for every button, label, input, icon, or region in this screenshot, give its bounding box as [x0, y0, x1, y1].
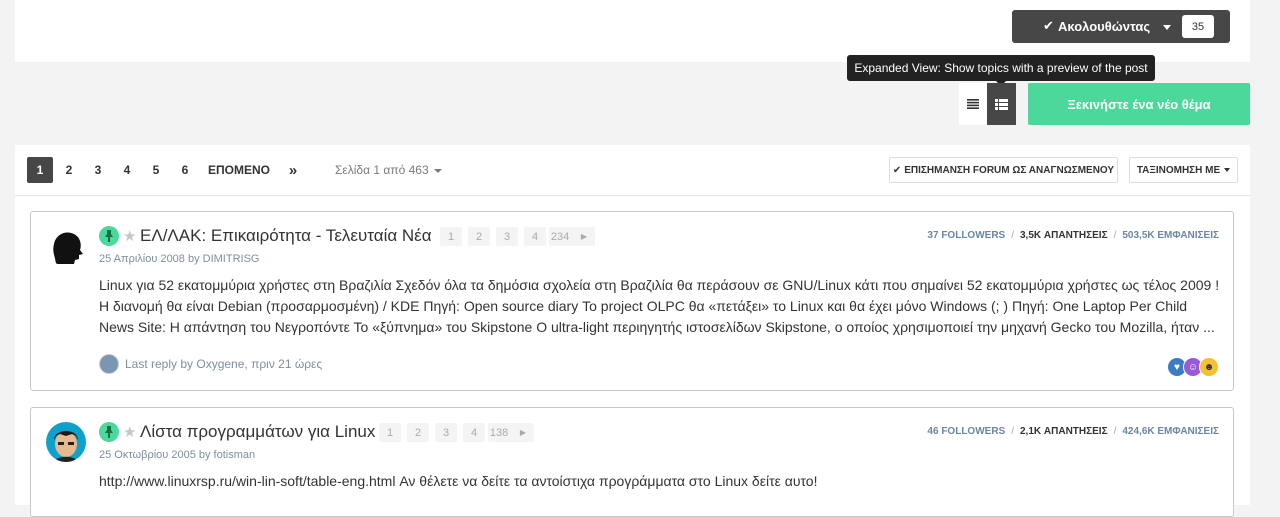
pagination-bar: 1 2 3 4 5 6 ΕΠΟΜΕΝΟ » Σελίδα 1 από 463 ✔…: [15, 145, 1250, 196]
page-3-link[interactable]: 3: [86, 157, 110, 183]
last-page-number: 138: [488, 423, 510, 442]
replies-stat: 3,5K ΑΠΑΝΤΗΣΕΙΣ: [1020, 230, 1108, 241]
pinned-icon: [99, 226, 119, 246]
reactions[interactable]: ♥ ☺ ☻: [1167, 357, 1219, 377]
topic-page-link[interactable]: 4: [463, 423, 485, 442]
view-tooltip: Expanded View: Show topics with a previe…: [847, 55, 1155, 81]
topic-list-panel: 1 2 3 4 5 6 ΕΠΟΜΕΝΟ » Σελίδα 1 από 463 ✔…: [15, 145, 1250, 517]
topic-title-link[interactable]: ΕΛ/ΛΑΚ: Επικαιρότητα - Τελευταία Νέα: [140, 226, 432, 246]
next-page-link[interactable]: ΕΠΟΜΕΝΟ: [208, 157, 270, 183]
compact-view-button[interactable]: [959, 83, 987, 125]
expanded-view-button[interactable]: [987, 83, 1016, 125]
topic-row: ★ Λίστα προγραμμάτων για Linux 1 2 3 4 1…: [30, 407, 1234, 517]
sort-label: ΤΑΞΙΝΟΜΗΣΗ ΜΕ: [1136, 164, 1221, 176]
last-page-link[interactable]: »: [283, 157, 303, 183]
cartoon-avatar-icon: [46, 422, 86, 462]
caret-down-icon: [1163, 25, 1171, 30]
page-info-text: Σελίδα 1 από 463: [335, 163, 429, 177]
following-button[interactable]: ✔ Ακολουθώντας 35: [1012, 10, 1230, 43]
topic-last-page-link[interactable]: 138 ▶: [488, 423, 534, 442]
page-jump-dropdown[interactable]: Σελίδα 1 από 463: [335, 163, 442, 177]
topic-page-link[interactable]: 1: [440, 227, 462, 246]
laugh-reaction-icon: ☻: [1199, 357, 1219, 377]
topic-page-link[interactable]: 4: [524, 227, 546, 246]
followers-count-badge: 35: [1182, 15, 1214, 38]
silhouette-avatar-icon: [46, 226, 86, 266]
page-1-link[interactable]: 1: [27, 157, 53, 183]
author-avatar[interactable]: [46, 226, 86, 266]
topic-stats: 37 FOLLOWERS/3,5K ΑΠΑΝΤΗΣΕΙΣ/503,5K ΕΜΦΑ…: [927, 230, 1219, 241]
detailed-list-icon: [995, 98, 1008, 110]
topic-page-link[interactable]: 3: [435, 423, 457, 442]
followers-stat: 46 FOLLOWERS: [927, 426, 1006, 437]
star-icon[interactable]: ★: [123, 423, 136, 441]
topic-snippet: http://www.linuxrsp.ru/win-lin-soft/tabl…: [99, 473, 818, 489]
page-6-link[interactable]: 6: [173, 157, 197, 183]
mark-forum-read-button[interactable]: ✔ ΕΠΙΣΗΜΑΝΣΗ FORUM ΩΣ ΑΝΑΓΝΩΣΜΕΝΟΥ: [889, 157, 1118, 183]
following-label: Ακολουθώντας: [1058, 19, 1151, 34]
star-icon[interactable]: ★: [123, 227, 136, 245]
topic-pages: 1 2 3 4 234 ▶: [440, 227, 595, 246]
caret-down-icon: [433, 168, 442, 173]
topic-page-link[interactable]: 3: [496, 227, 518, 246]
pinned-icon: [99, 422, 119, 442]
caret-right-icon: ▶: [573, 227, 595, 246]
mark-read-label: ΕΠΙΣΗΜΑΝΣΗ FORUM ΩΣ ΑΝΑΓΝΩΣΜΕΝΟΥ: [904, 164, 1115, 176]
topic-last-page-link[interactable]: 234 ▶: [549, 227, 595, 246]
page-4-link[interactable]: 4: [115, 157, 139, 183]
topic-meta: 25 Οκτωβρίου 2005 by fotisman: [99, 449, 256, 461]
topic-row: ★ ΕΛ/ΛΑΚ: Επικαιρότητα - Τελευταία Νέα 1…: [30, 211, 1234, 391]
check-icon: ✔: [1043, 18, 1054, 33]
last-reply-avatar[interactable]: [99, 354, 119, 374]
topic-pages: 1 2 3 4 138 ▶: [379, 423, 534, 442]
page-2-link[interactable]: 2: [57, 157, 81, 183]
sort-by-button[interactable]: ΤΑΞΙΝΟΜΗΣΗ ΜΕ: [1129, 157, 1238, 183]
last-reply-text[interactable]: Last reply by Oxygene, πριν 21 ώρες: [125, 357, 322, 371]
last-reply: Last reply by Oxygene, πριν 21 ώρες: [99, 354, 322, 374]
start-new-topic-button[interactable]: Ξεκινήστε ένα νέο θέμα: [1028, 83, 1250, 125]
topic-snippet: Linux για 52 εκατομμύρια χρήστες στη Βρα…: [99, 277, 1220, 335]
followers-stat: 37 FOLLOWERS: [927, 230, 1006, 241]
check-icon: ✔: [892, 164, 902, 176]
topic-page-link[interactable]: 1: [379, 423, 401, 442]
topic-stats: 46 FOLLOWERS/2,1K ΑΠΑΝΤΗΣΕΙΣ/424,6K ΕΜΦΑ…: [927, 426, 1219, 437]
author-avatar[interactable]: [46, 422, 86, 462]
topic-page-link[interactable]: 2: [407, 423, 429, 442]
topic-title-link[interactable]: Λίστα προγραμμάτων για Linux: [140, 422, 375, 442]
last-page-number: 234: [549, 227, 571, 246]
caret-right-icon: ▶: [512, 423, 534, 442]
list-icon: [967, 99, 979, 109]
page-5-link[interactable]: 5: [144, 157, 168, 183]
views-stat: 424,6K ΕΜΦΑΝΙΣΕΙΣ: [1122, 426, 1219, 437]
topic-page-link[interactable]: 2: [468, 227, 490, 246]
views-stat: 503,5K ΕΜΦΑΝΙΣΕΙΣ: [1122, 230, 1219, 241]
caret-down-icon: [1224, 168, 1231, 172]
topic-meta: 25 Απριλίου 2008 by DIMITRISG: [99, 253, 260, 265]
replies-stat: 2,1K ΑΠΑΝΤΗΣΕΙΣ: [1020, 426, 1108, 437]
